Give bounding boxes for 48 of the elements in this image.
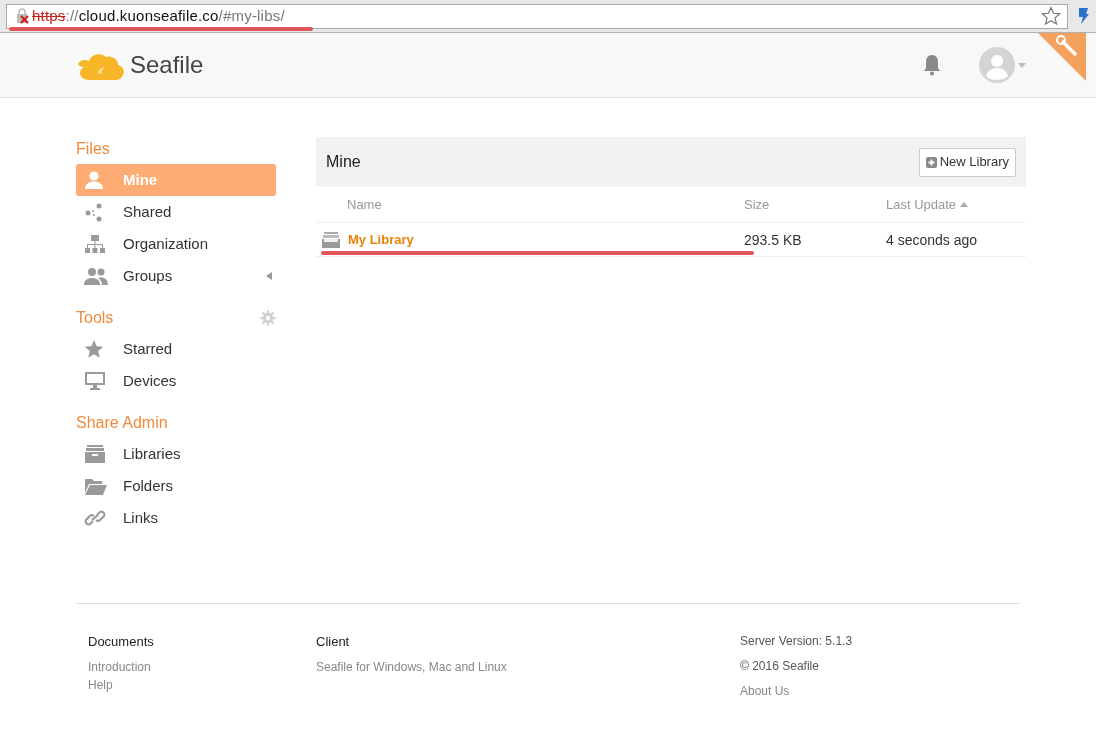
people-icon — [84, 266, 108, 286]
user-icon — [84, 170, 104, 190]
caret-icon[interactable] — [1018, 62, 1026, 68]
url-separator: :// — [65, 5, 79, 26]
plus-square-icon — [925, 156, 937, 168]
nav-item[interactable]: Libraries — [76, 438, 276, 470]
hierarchy-icon — [84, 234, 106, 254]
star-icon — [84, 339, 104, 359]
logo-text[interactable]: Seafile — [130, 47, 204, 83]
section-heading: Files — [76, 139, 110, 159]
nav-item[interactable]: Groups — [76, 260, 276, 292]
size-cell: 293.5 KB — [744, 231, 802, 248]
link-icon — [84, 508, 106, 528]
footer-heading: Client — [316, 633, 351, 651]
url-host: cloud.kuonseafile.co — [78, 5, 219, 26]
address-field[interactable]: https://cloud.kuonseafile.co/#my-libs/ — [6, 3, 1068, 29]
nav-item[interactable]: Links — [76, 502, 276, 534]
nav-item[interactable]: Shared — [76, 196, 276, 228]
url-path: /#my-libs/ — [218, 5, 285, 26]
bookmark-star-icon[interactable] — [1041, 6, 1061, 26]
sort-ascending-icon[interactable] — [960, 202, 969, 207]
about-link[interactable]: About Us — [740, 682, 790, 700]
notification-bell-icon[interactable] — [923, 54, 941, 76]
share-icon — [84, 202, 104, 222]
url-scheme: https — [32, 5, 66, 26]
new-library-button[interactable]: New Library — [918, 147, 1016, 177]
broken-lock-icon — [15, 8, 31, 24]
folder-icon — [84, 476, 108, 496]
footer-link[interactable]: Seafile for Windows, Mac and Linux — [316, 657, 507, 676]
server-version: Server Version: 5.1.3 — [740, 633, 853, 650]
library-icon — [321, 230, 341, 249]
nav-item[interactable]: Organization — [76, 228, 276, 260]
avatar-icon[interactable] — [979, 47, 1015, 83]
nav-item[interactable]: Folders — [76, 470, 276, 502]
panel-title: Mine — [326, 152, 361, 172]
wrench-corner-icon[interactable] — [1038, 33, 1086, 81]
updated-cell: 4 seconds ago — [886, 231, 978, 248]
footer-link[interactable]: Help — [88, 675, 113, 694]
archive-icon — [84, 444, 106, 464]
nav-item[interactable]: Starred — [76, 333, 276, 365]
footer-link[interactable]: Introduction — [88, 657, 151, 676]
footer-heading: Documents — [88, 633, 155, 651]
copyright-text: © 2016 Seafile — [740, 658, 820, 675]
nav-item[interactable]: Devices — [76, 365, 276, 397]
section-heading: Share Admin — [76, 413, 168, 433]
section-heading: Tools — [76, 308, 114, 328]
monitor-icon — [84, 371, 106, 391]
settings-icon[interactable] — [260, 310, 276, 326]
